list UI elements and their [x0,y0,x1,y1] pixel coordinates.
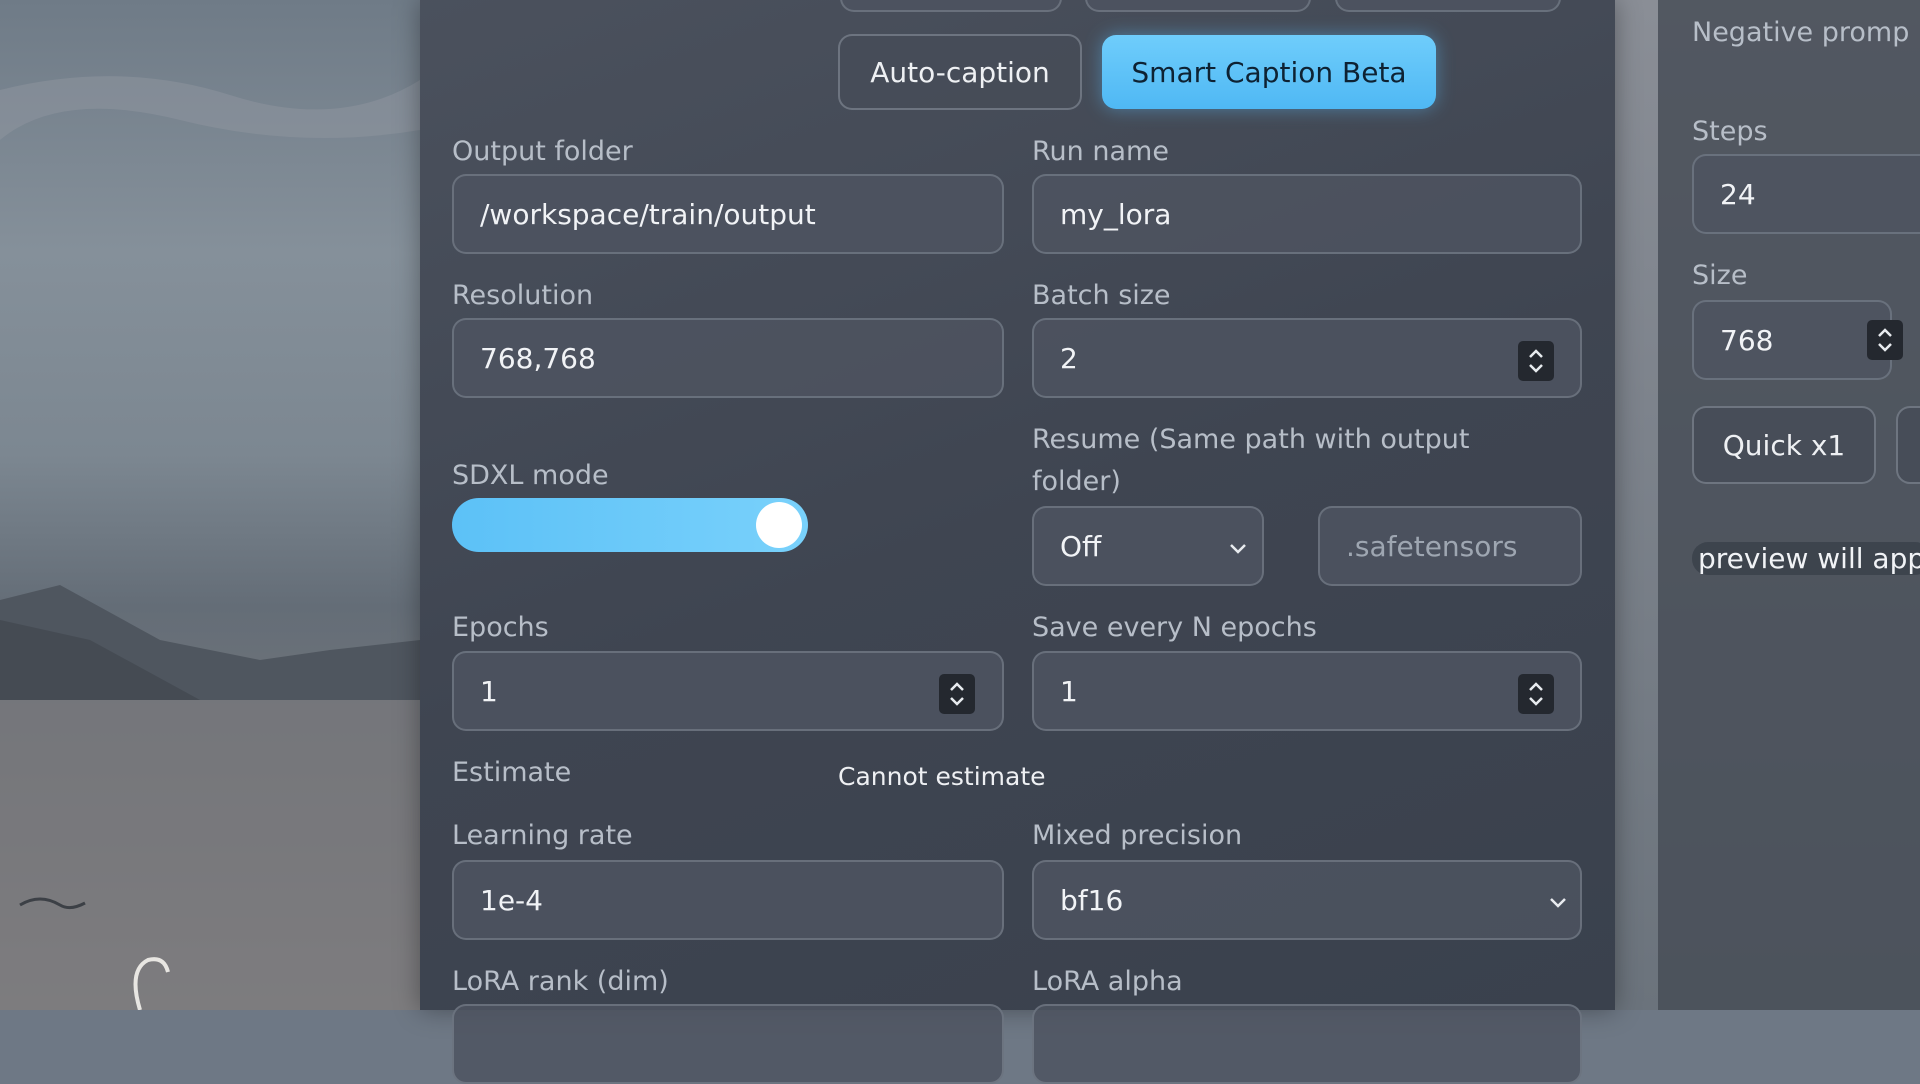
size-input[interactable]: 768 [1692,300,1892,380]
resolution-value: 768,768 [480,341,596,375]
sdxl-mode-toggle[interactable] [452,498,808,552]
resolution-input[interactable]: 768,768 [452,318,1004,398]
lora-rank-input[interactable] [452,1004,1004,1084]
resume-extension-input[interactable]: .safetensors [1318,506,1582,586]
epochs-stepper[interactable] [939,674,975,714]
sdxl-mode-label: SDXL mode [452,460,609,491]
epochs-label: Epochs [452,612,549,643]
batch-size-input[interactable]: 2 [1032,318,1582,398]
resume-selected-value: Off [1060,529,1102,563]
estimate-value: Cannot estimate [838,762,1046,791]
learning-rate-label: Learning rate [452,820,633,851]
quick-x1-button[interactable]: Quick x1 [1692,406,1876,484]
batch-size-stepper[interactable] [1518,341,1554,381]
background-landscape [0,0,420,1010]
run-name-value: my_lora [1060,197,1172,231]
save-every-input[interactable]: 1 [1032,651,1582,731]
landscape-illustration [0,76,420,1010]
resume-extension-placeholder: .safetensors [1346,529,1518,563]
size-stepper[interactable] [1867,320,1903,360]
negative-prompt-label: Negative promp [1692,17,1910,48]
toggle-knob [756,502,802,548]
stepper-arrows-icon [1878,328,1892,352]
batch-size-value: 2 [1060,341,1078,375]
output-folder-label: Output folder [452,136,633,167]
epochs-value: 1 [480,674,498,708]
run-name-input[interactable]: my_lora [1032,174,1582,254]
size-value: 768 [1720,323,1774,357]
stepper-arrows-icon [1529,682,1543,706]
save-every-stepper[interactable] [1518,674,1554,714]
epochs-input[interactable]: 1 [452,651,1004,731]
resolution-label: Resolution [452,280,594,311]
output-folder-input[interactable]: /workspace/train/output [452,174,1004,254]
output-folder-value: /workspace/train/output [480,197,816,231]
clipped-field-1[interactable] [840,0,1062,12]
resume-label-line1: Resume (Same path with output [1032,424,1470,455]
size-label: Size [1692,260,1748,291]
stepper-arrows-icon [1529,349,1543,373]
chevron-down-icon [1550,898,1566,908]
save-every-label: Save every N epochs [1032,612,1317,643]
batch-size-label: Batch size [1032,280,1171,311]
resume-select[interactable]: Off [1032,506,1264,586]
steps-value: 24 [1720,177,1756,211]
stepper-arrows-icon [950,682,964,706]
steps-label: Steps [1692,116,1768,147]
auto-caption-button[interactable]: Auto-caption [838,34,1082,110]
clipped-field-3[interactable] [1335,0,1561,12]
preview-placeholder-text: preview will app [1692,542,1920,575]
resume-label-line2: folder) [1032,466,1121,497]
steps-input[interactable]: 24 [1692,154,1920,234]
lora-alpha-input[interactable] [1032,1004,1582,1084]
save-every-value: 1 [1060,674,1078,708]
learning-rate-input[interactable]: 1e-4 [452,860,1004,940]
run-name-label: Run name [1032,136,1169,167]
mixed-precision-value: bf16 [1060,883,1124,917]
preview-panel [1658,0,1920,1010]
mixed-precision-select[interactable]: bf16 [1032,860,1582,940]
lora-rank-label: LoRA rank (dim) [452,966,669,997]
mixed-precision-label: Mixed precision [1032,820,1243,851]
learning-rate-value: 1e-4 [480,883,543,917]
chevron-down-icon [1230,544,1246,554]
smart-caption-button[interactable]: Smart Caption Beta [1102,35,1436,109]
estimate-label: Estimate [452,757,572,788]
clipped-field-2[interactable] [1085,0,1311,12]
lora-alpha-label: LoRA alpha [1032,966,1183,997]
clipped-preview-button[interactable] [1896,406,1920,484]
